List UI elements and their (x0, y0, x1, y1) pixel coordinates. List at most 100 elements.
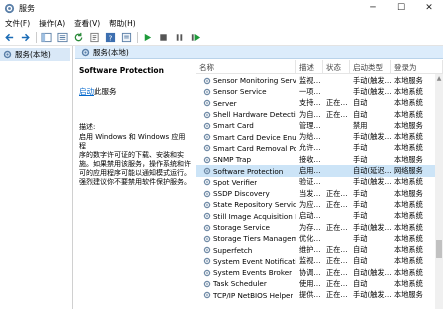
service-row[interactable]: Superfetch 维护… 正在… 自动 本地系统 (196, 244, 443, 255)
service-gear-icon (203, 122, 211, 130)
start-service-suffix: 此服务 (94, 87, 117, 96)
scrollbar-thumb[interactable] (436, 240, 442, 258)
column-header-startup-type[interactable]: 启动类型 (350, 60, 391, 74)
maximize-button[interactable]: ☐ (387, 0, 415, 16)
service-name: Server (213, 98, 237, 108)
service-name-cell: Spot Verifier (196, 178, 296, 187)
service-description-cell: 为存… (299, 222, 321, 232)
menu-action[interactable]: 操作(A) (34, 18, 69, 29)
scroll-up-arrow-icon[interactable]: ▲ (435, 74, 443, 82)
arrow-right-icon (21, 33, 30, 42)
service-row[interactable]: Sensor Service 一项… 手动(触发… 本地系统 (196, 86, 443, 97)
service-name-cell: SNMP Trap (196, 155, 296, 164)
panel-header-title: 服务(本地) (93, 47, 129, 57)
svg-text:?: ? (109, 33, 113, 42)
stop-service-button[interactable] (157, 31, 170, 44)
panel-header: 服务(本地) (75, 46, 443, 59)
service-row[interactable]: System Event Notification…监视…正在…自动本地系统 (196, 256, 443, 267)
service-name: Smart Card Device Enum… (213, 132, 296, 142)
services-gear-icon (81, 48, 90, 56)
back-button[interactable] (3, 31, 16, 44)
service-status-cell: 正在… (326, 188, 348, 198)
service-name: Spot Verifier (213, 177, 258, 187)
service-gear-icon (203, 100, 211, 107)
service-description-cell: 验证… (299, 177, 321, 187)
service-startup-type-cell: 手动 (353, 199, 368, 209)
service-row[interactable]: Smart Card 管理… 禁用 本地服务 (196, 120, 443, 131)
start-service-button[interactable] (141, 31, 154, 44)
toolbar: ? (0, 30, 443, 46)
column-header-name[interactable]: 名称 (196, 60, 296, 74)
service-row[interactable]: Storage Tiers Managem…优化…手动本地系统 (196, 233, 443, 244)
start-service-link[interactable]: 启动 (79, 87, 94, 96)
service-row[interactable]: SSDP Discovery 当发… 正在… 手动 本地服务 (196, 188, 443, 199)
service-description-cell: 启用… (299, 166, 321, 176)
service-startup-type-cell: 手动(触发… (353, 86, 391, 96)
pause-service-button[interactable] (173, 31, 186, 44)
play-icon (144, 33, 152, 42)
export-button[interactable] (88, 31, 101, 44)
service-status-cell: 正在… (326, 267, 348, 277)
service-row[interactable]: Still Image Acquisition Ev…启动…手动本地系统 (196, 211, 443, 222)
service-row[interactable]: Task Scheduler 使用… 正在… 自动 本地系统 (196, 278, 443, 289)
service-row[interactable]: Smart Card Removal Poli…允许…手动本地系统 (196, 143, 443, 154)
service-name: State Repository Service (213, 200, 296, 210)
service-row[interactable]: SNMP Trap 接收… 手动 本地服务 (196, 154, 443, 165)
service-name: Superfetch (213, 245, 253, 255)
service-gear-icon (203, 77, 211, 84)
tree-node-services-local[interactable]: 服务(本地) (0, 48, 70, 61)
menu-file[interactable]: 文件(F) (0, 18, 34, 29)
service-name-cell: Software Protection (196, 167, 296, 176)
service-row[interactable]: Server 支持… 正在… 自动 本地系统 (196, 98, 443, 109)
service-name: SSDP Discovery (213, 189, 270, 199)
service-gear-icon (203, 235, 211, 242)
properties-button[interactable] (120, 31, 133, 44)
restart-icon (191, 33, 201, 42)
forward-button[interactable] (19, 31, 32, 44)
restart-service-button[interactable] (189, 31, 202, 44)
service-gear-icon (203, 269, 211, 276)
column-header-description[interactable]: 描述 (296, 60, 323, 74)
service-startup-type-cell: 手动(触发… (353, 132, 391, 142)
service-row[interactable]: Software Protection 启用… 自动(延迟… 网络服务 (196, 165, 443, 177)
start-service-line: 启动此服务 (79, 86, 191, 97)
menu-view[interactable]: 查看(V) (69, 18, 104, 29)
service-gear-icon (203, 292, 211, 299)
service-description-cell: 为给… (299, 132, 321, 142)
selected-service-name: Software Protection (79, 66, 164, 75)
window-title: 服务 (19, 3, 35, 13)
service-name-cell: System Event Notification… (196, 257, 296, 266)
service-gear-icon (203, 167, 211, 175)
service-row[interactable]: System Events Broker 协调… 正在… 自动(触发… 本地系统 (196, 267, 443, 278)
service-startup-type-cell: 自动 (353, 245, 368, 255)
refresh-button[interactable] (72, 31, 85, 44)
help-button[interactable]: ? (104, 31, 117, 44)
vertical-scrollbar[interactable]: ▲ ▼ (435, 74, 443, 309)
details-view-button[interactable] (56, 31, 69, 44)
service-row[interactable]: Spot Verifier 验证… 手动(触发… 本地系统 (196, 177, 443, 188)
refresh-icon (74, 32, 83, 42)
service-row[interactable]: Shell Hardware Detection 为自… 正在… 自动 本地系统 (196, 109, 443, 120)
close-button[interactable]: ✕ (415, 0, 443, 16)
service-startup-type-cell: 手动 (353, 211, 368, 221)
service-status-cell: 正在… (326, 256, 348, 266)
minimize-button[interactable]: ─ (359, 0, 387, 16)
service-row[interactable]: Sensor Monitoring Service监视…手动(触发…本地服务 (196, 75, 443, 86)
column-header-log-on-as[interactable]: 登录为 (391, 60, 443, 74)
service-description-cell: 支持… (299, 98, 321, 108)
description-pane: Software Protection 启动此服务 描述: 启用 Windows… (75, 60, 195, 309)
service-row[interactable]: Storage Service 为存… 正在… 手动(触发… 本地系统 (196, 222, 443, 233)
description-line: 强烈建议你不要禁用软件保护服务。 (79, 178, 191, 186)
service-status-cell: 正在… (326, 199, 348, 209)
service-gear-icon (203, 280, 211, 288)
service-row[interactable]: TCP/IP NetBIOS Helper 提供… 正在… 手动(触发… 本地服务 (196, 290, 443, 301)
service-name-cell: Server (196, 99, 296, 108)
service-row[interactable]: Smart Card Device Enum…为给…手动(触发…本地系统 (196, 131, 443, 142)
column-header-status[interactable]: 状态 (323, 60, 350, 74)
service-row[interactable]: State Repository Service 为应… 正在… 手动 本地系统 (196, 199, 443, 210)
menu-help[interactable]: 帮助(H) (104, 18, 140, 29)
show-hide-tree-button[interactable] (40, 31, 53, 44)
service-description-cell: 为应… (299, 199, 321, 209)
service-gear-icon (203, 156, 211, 163)
description-label: 描述: (79, 123, 96, 131)
